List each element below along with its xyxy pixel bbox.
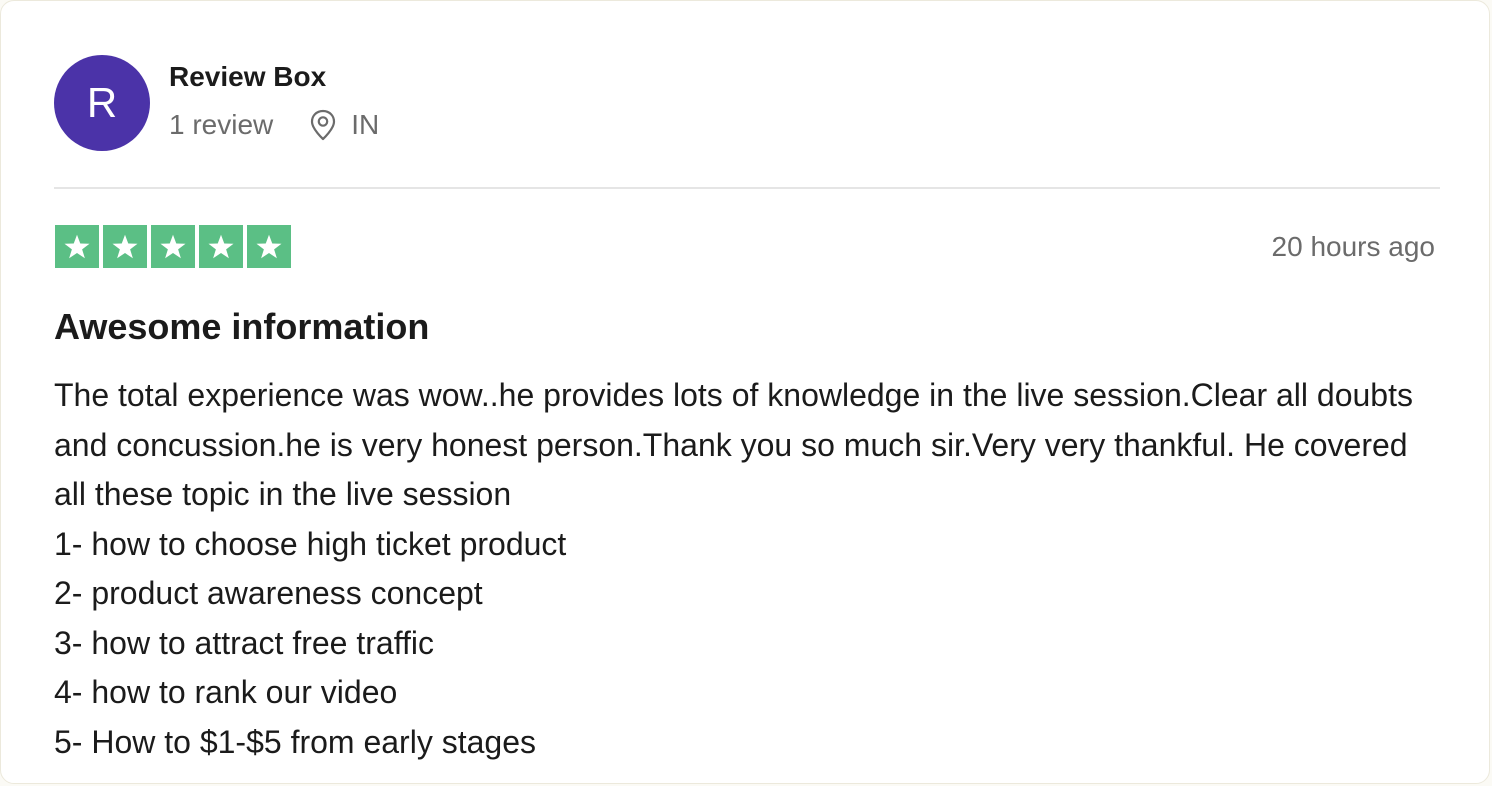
avatar-initial: R	[86, 79, 118, 126]
star-icon	[151, 225, 195, 268]
star-rating	[55, 225, 291, 268]
reviewer-meta: 1 review IN	[169, 109, 379, 141]
divider	[54, 187, 1440, 189]
review-card: R Review Box 1 review IN 20 hours ago Aw…	[0, 0, 1490, 784]
review-list-item: 1- how to choose high ticket product	[54, 525, 567, 562]
review-timestamp: 20 hours ago	[1271, 231, 1435, 262]
review-list-item: 2- product awareness concept	[54, 575, 483, 611]
star-icon	[247, 225, 291, 268]
star-icon	[103, 225, 147, 268]
review-paragraph: The total experience was wow..he provide…	[54, 377, 1413, 512]
avatar[interactable]: R	[54, 55, 150, 151]
reviewer-name[interactable]: Review Box	[169, 61, 326, 93]
review-body: The total experience was wow..he provide…	[54, 371, 1444, 767]
location-pin-icon	[309, 109, 337, 141]
review-list-item: 4- how to rank our video	[54, 674, 398, 710]
star-icon	[55, 225, 99, 268]
review-count: 1 review	[169, 109, 274, 140]
reviewer-country: IN	[351, 109, 380, 140]
star-icon	[199, 225, 243, 268]
review-list-item: 3- how to attract free traffic	[54, 624, 435, 661]
review-title[interactable]: Awesome information	[54, 306, 429, 348]
review-list-item: 5- How to $1-$5 from early stages	[54, 723, 536, 760]
